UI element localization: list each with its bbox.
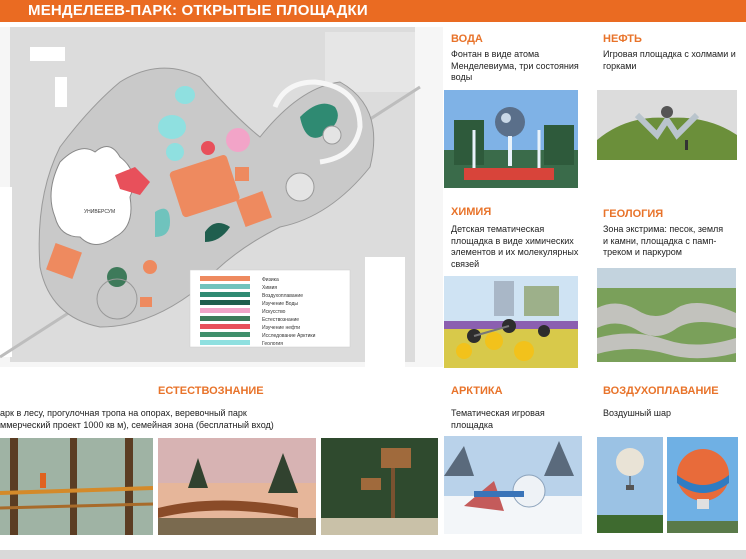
svg-text:Геология: Геология bbox=[262, 341, 283, 347]
text-line: площадка в виде химических bbox=[451, 235, 574, 246]
svg-text:Искусство: Искусство bbox=[262, 309, 286, 315]
text-line: Детская тематическая bbox=[451, 224, 545, 234]
text-line: и камни, площадка с памп- bbox=[603, 235, 717, 246]
section-text-aeronautics: Воздушный шар bbox=[603, 408, 746, 420]
text-line: Фонтан в виде атома bbox=[451, 49, 540, 59]
section-text-natural-science: арк в лесу, прогулочная тропа на опорах,… bbox=[0, 408, 440, 431]
section-title-water: ВОДА bbox=[451, 33, 483, 45]
section-title-geology: ГЕОЛОГИЯ bbox=[603, 208, 664, 220]
photo-tree-house bbox=[321, 438, 438, 535]
svg-text:Физика: Физика bbox=[262, 277, 279, 283]
bottom-strip bbox=[0, 550, 746, 559]
svg-text:Химия: Химия bbox=[262, 285, 277, 291]
svg-text:Изучение Воды: Изучение Воды bbox=[262, 301, 298, 307]
text-line: Зона экстрима: песок, земля bbox=[603, 224, 724, 234]
photo-balloon-2 bbox=[667, 437, 738, 533]
text-line: элементов и их молекулярных bbox=[451, 247, 579, 257]
photo-geology-pumptrack bbox=[597, 268, 736, 362]
photo-water-fountain bbox=[444, 90, 578, 188]
photo-chemistry-playground bbox=[444, 276, 578, 368]
text-line: треком и паркуром bbox=[603, 247, 682, 257]
text-line: Менделевиума, три состояния bbox=[451, 60, 579, 71]
svg-text:Воздухоплавание: Воздухоплавание bbox=[262, 293, 303, 299]
section-text-geology: Зона экстрима: песок, земля и камни, пло… bbox=[603, 224, 746, 259]
photo-forest-trail bbox=[158, 438, 316, 535]
photo-oil-playground bbox=[597, 90, 737, 160]
title-bar: МЕНДЕЛЕЕВ-ПАРК: ОТКРЫТЫЕ ПЛОЩАДКИ bbox=[0, 0, 746, 22]
photo-balloon-1 bbox=[597, 437, 663, 533]
section-title-chemistry: ХИМИЯ bbox=[451, 206, 492, 218]
photo-rope-park bbox=[0, 438, 153, 535]
section-title-oil: НЕФТЬ bbox=[603, 33, 642, 45]
site-plan-drawing: УНИВЕРСУМ Физика Химия Воздухоплавание И… bbox=[0, 27, 443, 367]
photo-arctic-playground bbox=[444, 436, 582, 534]
section-title-aeronautics: ВОЗДУХОПЛАВАНИЕ bbox=[603, 385, 719, 397]
text-line: Воздушный шар bbox=[603, 408, 672, 418]
site-plan: УНИВЕРСУМ Физика Химия Воздухоплавание И… bbox=[0, 27, 443, 367]
text-line: арк в лесу, прогулочная тропа на опорах,… bbox=[0, 408, 247, 418]
text-line: ммерческий проект 1000 кв м), семейная з… bbox=[0, 419, 274, 430]
svg-text:Естествознание: Естествознание bbox=[262, 317, 299, 323]
section-text-water: Фонтан в виде атома Менделевиума, три со… bbox=[451, 49, 591, 84]
section-title-natural-science: ЕСТЕСТВОЗНАНИЕ bbox=[158, 385, 264, 397]
text-line: горками bbox=[603, 60, 637, 71]
section-text-oil: Игровая площадка с холмами и горками bbox=[603, 49, 746, 72]
text-line: воды bbox=[451, 72, 473, 82]
text-line: связей bbox=[451, 258, 480, 269]
section-text-arctic: Тематическая игровая площадка bbox=[451, 408, 591, 431]
text-line: Тематическая игровая bbox=[451, 408, 545, 418]
section-text-chemistry: Детская тематическая площадка в виде хим… bbox=[451, 224, 591, 270]
text-line: площадка bbox=[451, 419, 494, 430]
building-label: УНИВЕРСУМ bbox=[84, 209, 115, 215]
section-title-arctic: АРКТИКА bbox=[451, 385, 503, 397]
svg-text:Изучение нефти: Изучение нефти bbox=[262, 325, 300, 331]
page-title: МЕНДЕЛЕЕВ-ПАРК: ОТКРЫТЫЕ ПЛОЩАДКИ bbox=[28, 2, 368, 19]
text-line: Игровая площадка с холмами и bbox=[603, 49, 736, 59]
svg-text:Исследование Арктики: Исследование Арктики bbox=[262, 333, 316, 339]
